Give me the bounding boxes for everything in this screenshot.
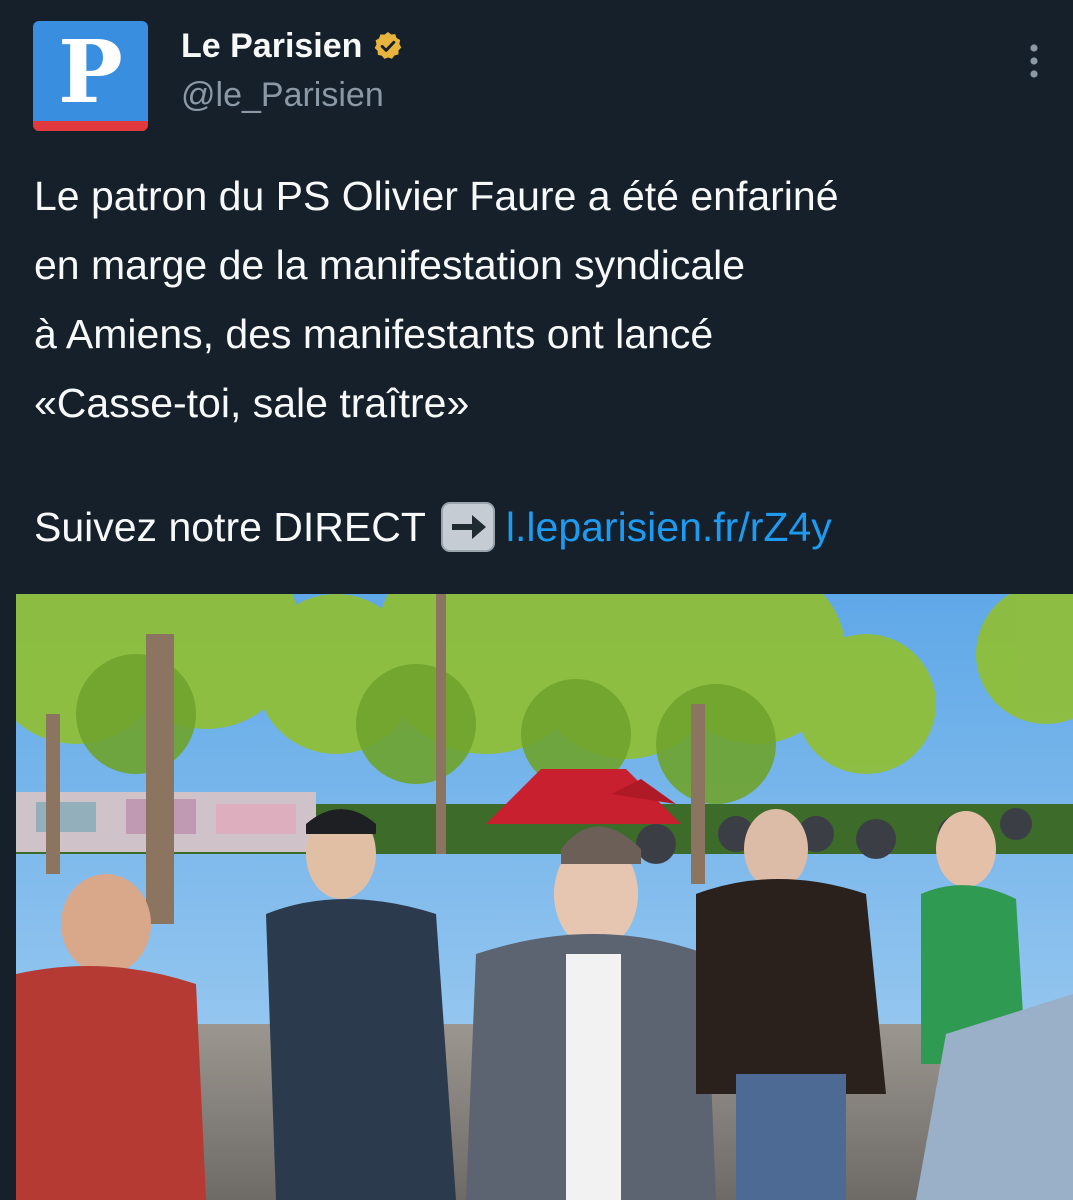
author-display-name[interactable]: Le Parisien [181,27,362,66]
article-link[interactable]: l.leparisien.fr/rZ4y [506,504,832,551]
avatar-logo-letter: P [58,22,123,123]
avatar-stripe [33,121,148,131]
tweet-text: Le patron du PS Olivier Faure a été enfa… [34,173,839,426]
right-arrow-icon [440,499,496,555]
tweet-photo[interactable] [16,594,1073,1200]
follow-text: Suivez notre DIRECT [34,503,426,550]
author-handle[interactable]: @le_Parisien [181,76,384,115]
tweet-follow-line: Suivez notre DIRECT l.leparisien.fr/rZ4y [34,496,832,558]
photo-illustration [16,594,1073,1200]
tweet-header: P Le Parisien @le_Parisien [0,0,1073,140]
avatar[interactable]: P [33,21,148,131]
author-name-row: Le Parisien [181,26,404,66]
more-options-icon[interactable] [1024,42,1044,82]
verified-badge-icon [372,30,404,62]
